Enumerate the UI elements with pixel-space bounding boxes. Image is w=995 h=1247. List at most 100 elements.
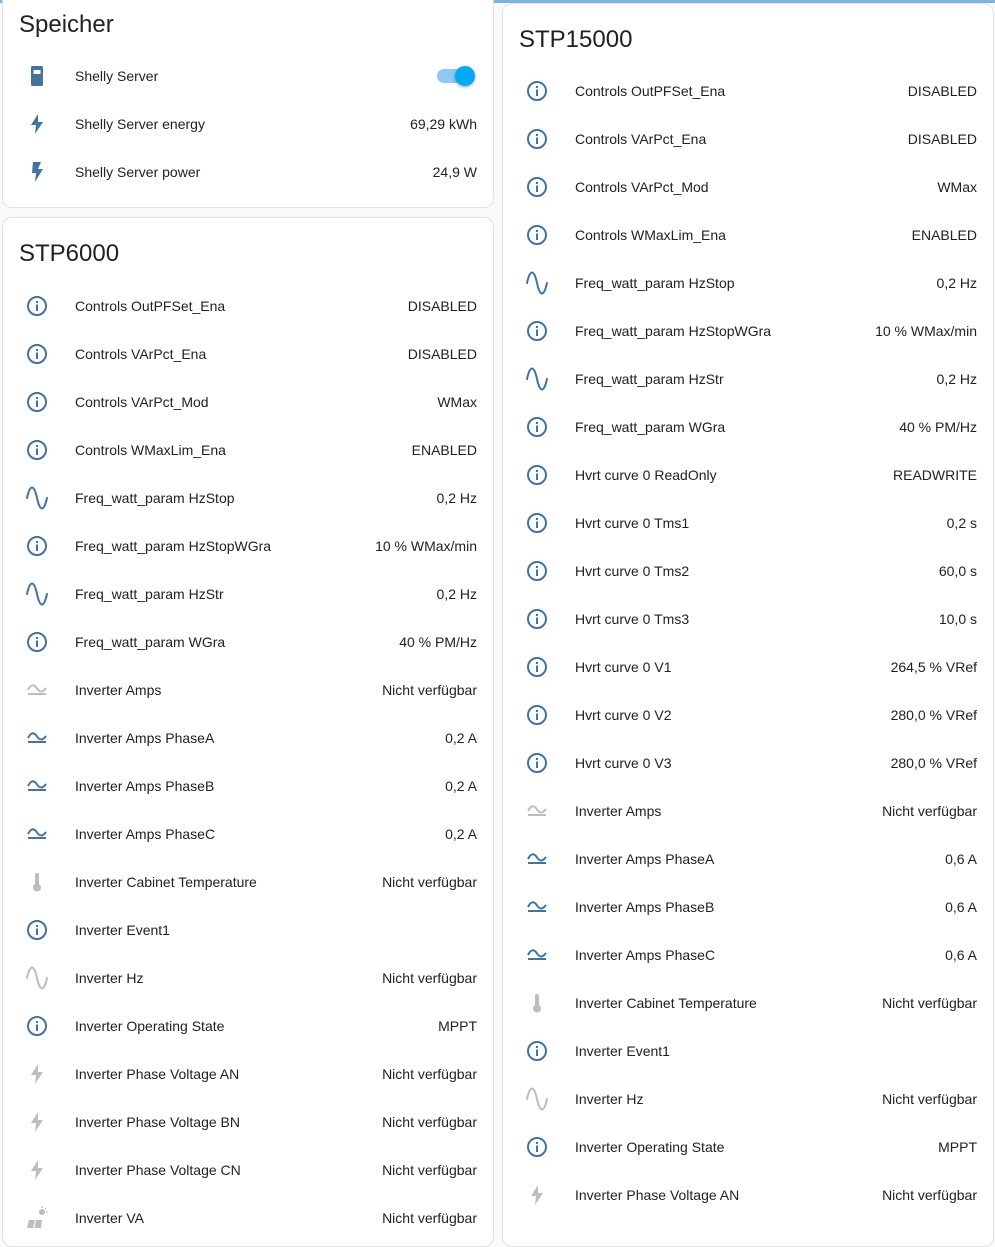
entity-state: 0,2 Hz — [436, 490, 477, 506]
entity-row-inverter-amps-phaseb[interactable]: Inverter Amps PhaseB 0,2 A — [3, 762, 493, 810]
entity-state: Nicht verfügbar — [382, 1066, 477, 1082]
entity-name: Inverter Amps PhaseA — [75, 730, 215, 746]
entity-row-hvrt-curve-0-tms1[interactable]: Hvrt curve 0 Tms1 0,2 s — [503, 499, 993, 547]
entity-row-freq-watt-param-hzstopwgra[interactable]: Freq_watt_param HzStopWGra 10 % WMax/min — [503, 307, 993, 355]
entity-name: Freq_watt_param HzStopWGra — [575, 323, 772, 339]
entity-state: DISABLED — [907, 83, 977, 99]
entity-name: Inverter Phase Voltage BN — [75, 1114, 240, 1130]
entity-state: WMax — [437, 394, 477, 410]
entity-state: 0,6 A — [945, 851, 977, 867]
entity-state: 10,0 s — [938, 611, 977, 627]
entity-row-inverter-amps-phasec[interactable]: Inverter Amps PhaseC 0,6 A — [503, 931, 993, 979]
entity-state: Nicht verfügbar — [382, 682, 477, 698]
current-ac-icon — [25, 678, 49, 702]
entity-row-freq-watt-param-hzstop[interactable]: Freq_watt_param HzStop 0,2 Hz — [3, 474, 493, 522]
entity-state: 40 % PM/Hz — [399, 634, 477, 650]
card-title: STP15000 — [519, 26, 633, 53]
entity-state: ENABLED — [911, 227, 977, 243]
current-ac-icon — [525, 943, 549, 967]
entity-row-hvrt-curve-0-v1[interactable]: Hvrt curve 0 V1 264,5 % VRef — [503, 643, 993, 691]
entity-row-hvrt-curve-0-readonly[interactable]: Hvrt curve 0 ReadOnly READWRITE — [503, 451, 993, 499]
entity-row-hvrt-curve-0-tms2[interactable]: Hvrt curve 0 Tms2 60,0 s — [503, 547, 993, 595]
entity-state: 24,9 W — [432, 164, 477, 180]
entity-row-inverter-phase-voltage-bn[interactable]: Inverter Phase Voltage BN Nicht verfügbar — [3, 1098, 493, 1146]
entity-name: Shelly Server — [75, 68, 159, 84]
entity-row-hvrt-curve-0-v2[interactable]: Hvrt curve 0 V2 280,0 % VRef — [503, 691, 993, 739]
entity-row-inverter-hz[interactable]: Inverter Hz Nicht verfügbar — [3, 954, 493, 1002]
entity-row-freq-watt-param-hzstopwgra[interactable]: Freq_watt_param HzStopWGra 10 % WMax/min — [3, 522, 493, 570]
entity-row-controls-outpfset-ena[interactable]: Controls OutPFSet_Ena DISABLED — [3, 282, 493, 330]
entity-row-shelly-server-energy[interactable]: Shelly Server energy 69,29 kWh — [3, 100, 493, 148]
entity-state: 280,0 % VRef — [890, 707, 977, 723]
entity-row-inverter-event1[interactable]: Inverter Event1 — [3, 906, 493, 954]
entity-row-inverter-hz[interactable]: Inverter Hz Nicht verfügbar — [503, 1075, 993, 1123]
entity-row-freq-watt-param-wgra[interactable]: Freq_watt_param WGra 40 % PM/Hz — [3, 618, 493, 666]
entity-row-controls-wmaxlim-ena[interactable]: Controls WMaxLim_Ena ENABLED — [3, 426, 493, 474]
entity-row-freq-watt-param-hzstr[interactable]: Freq_watt_param HzStr 0,2 Hz — [503, 355, 993, 403]
entity-row-inverter-cabinet-temperature[interactable]: Inverter Cabinet Temperature Nicht verfüg… — [503, 979, 993, 1027]
entity-name: Inverter Operating State — [75, 1018, 225, 1034]
entity-name: Inverter Amps — [75, 682, 162, 698]
entity-row-inverter-amps[interactable]: Inverter Amps Nicht verfügbar — [3, 666, 493, 714]
entity-name: Inverter Amps PhaseC — [75, 826, 216, 842]
entity-row-hvrt-curve-0-tms3[interactable]: Hvrt curve 0 Tms3 10,0 s — [503, 595, 993, 643]
entity-row-shelly-server-power[interactable]: Shelly Server power 24,9 W — [3, 148, 493, 196]
entity-row-freq-watt-param-hzstr[interactable]: Freq_watt_param HzStr 0,2 Hz — [3, 570, 493, 618]
entity-state: Nicht verfügbar — [882, 803, 977, 819]
info-icon — [525, 223, 549, 247]
entity-name: Inverter Hz — [75, 970, 144, 986]
entity-name: Inverter Event1 — [575, 1043, 670, 1059]
current-ac-icon — [25, 774, 49, 798]
entity-row-inverter-amps-phasea[interactable]: Inverter Amps PhaseA 0,2 A — [3, 714, 493, 762]
entity-row-inverter-phase-voltage-cn[interactable]: Inverter Phase Voltage CN Nicht verfügbar — [3, 1146, 493, 1194]
entity-state: 60,0 s — [938, 563, 977, 579]
entity-row-inverter-operating-state[interactable]: Inverter Operating State MPPT — [503, 1123, 993, 1171]
sine-wave-icon — [525, 367, 549, 391]
info-icon — [25, 390, 49, 414]
flash-icon — [25, 1062, 49, 1086]
entity-row-shelly-server[interactable]: Shelly Server — [3, 52, 493, 100]
entity-state: 0,2 A — [445, 730, 477, 746]
entity-row-inverter-event1[interactable]: Inverter Event1 — [503, 1027, 993, 1075]
info-icon — [25, 294, 49, 318]
solar-power-icon — [25, 1206, 49, 1230]
entity-row-inverter-cabinet-temperature[interactable]: Inverter Cabinet Temperature Nicht verfüg… — [3, 858, 493, 906]
entity-row-controls-wmaxlim-ena[interactable]: Controls WMaxLim_Ena ENABLED — [503, 211, 993, 259]
entity-row-inverter-amps-phaseb[interactable]: Inverter Amps PhaseB 0,6 A — [503, 883, 993, 931]
info-icon — [525, 175, 549, 199]
entity-row-inverter-va[interactable]: Inverter VA Nicht verfügbar — [3, 1194, 493, 1242]
entity-row-freq-watt-param-wgra[interactable]: Freq_watt_param WGra 40 % PM/Hz — [503, 403, 993, 451]
info-icon — [525, 607, 549, 631]
info-icon — [25, 438, 49, 462]
entity-row-inverter-amps[interactable]: Inverter Amps Nicht verfügbar — [503, 787, 993, 835]
entity-name: Inverter Cabinet Temperature — [75, 874, 257, 890]
info-icon — [525, 655, 549, 679]
current-ac-icon — [525, 895, 549, 919]
entity-name: Inverter VA — [75, 1210, 144, 1226]
entity-row-controls-varpct-mod[interactable]: Controls VArPct_Mod WMax — [3, 378, 493, 426]
battery-icon — [25, 64, 49, 88]
toggle-switch[interactable] — [437, 66, 475, 86]
entity-state: DISABLED — [407, 346, 477, 362]
thermometer-icon — [525, 991, 549, 1015]
entity-row-freq-watt-param-hzstop[interactable]: Freq_watt_param HzStop 0,2 Hz — [503, 259, 993, 307]
entity-state: 10 % WMax/min — [375, 538, 477, 554]
entity-row-inverter-amps-phasec[interactable]: Inverter Amps PhaseC 0,2 A — [3, 810, 493, 858]
entity-row-controls-varpct-ena[interactable]: Controls VArPct_Ena DISABLED — [503, 115, 993, 163]
entity-row-inverter-phase-voltage-an[interactable]: Inverter Phase Voltage AN Nicht verfügbar — [503, 1171, 993, 1219]
info-icon — [525, 463, 549, 487]
entity-state: DISABLED — [407, 298, 477, 314]
entity-row-controls-outpfset-ena[interactable]: Controls OutPFSet_Ena DISABLED — [503, 67, 993, 115]
entity-row-inverter-amps-phasea[interactable]: Inverter Amps PhaseA 0,6 A — [503, 835, 993, 883]
entity-row-controls-varpct-ena[interactable]: Controls VArPct_Ena DISABLED — [3, 330, 493, 378]
entity-row-inverter-operating-state[interactable]: Inverter Operating State MPPT — [3, 1002, 493, 1050]
entity-name: Hvrt curve 0 Tms1 — [575, 515, 690, 531]
entity-name: Freq_watt_param WGra — [75, 634, 226, 650]
entity-name: Controls VArPct_Ena — [75, 346, 207, 362]
entity-row-hvrt-curve-0-v3[interactable]: Hvrt curve 0 V3 280,0 % VRef — [503, 739, 993, 787]
info-icon — [525, 751, 549, 775]
entity-row-controls-varpct-mod[interactable]: Controls VArPct_Mod WMax — [503, 163, 993, 211]
entity-row-inverter-phase-voltage-an[interactable]: Inverter Phase Voltage AN Nicht verfügbar — [3, 1050, 493, 1098]
info-icon — [525, 559, 549, 583]
entity-state: Nicht verfügbar — [382, 1114, 477, 1130]
